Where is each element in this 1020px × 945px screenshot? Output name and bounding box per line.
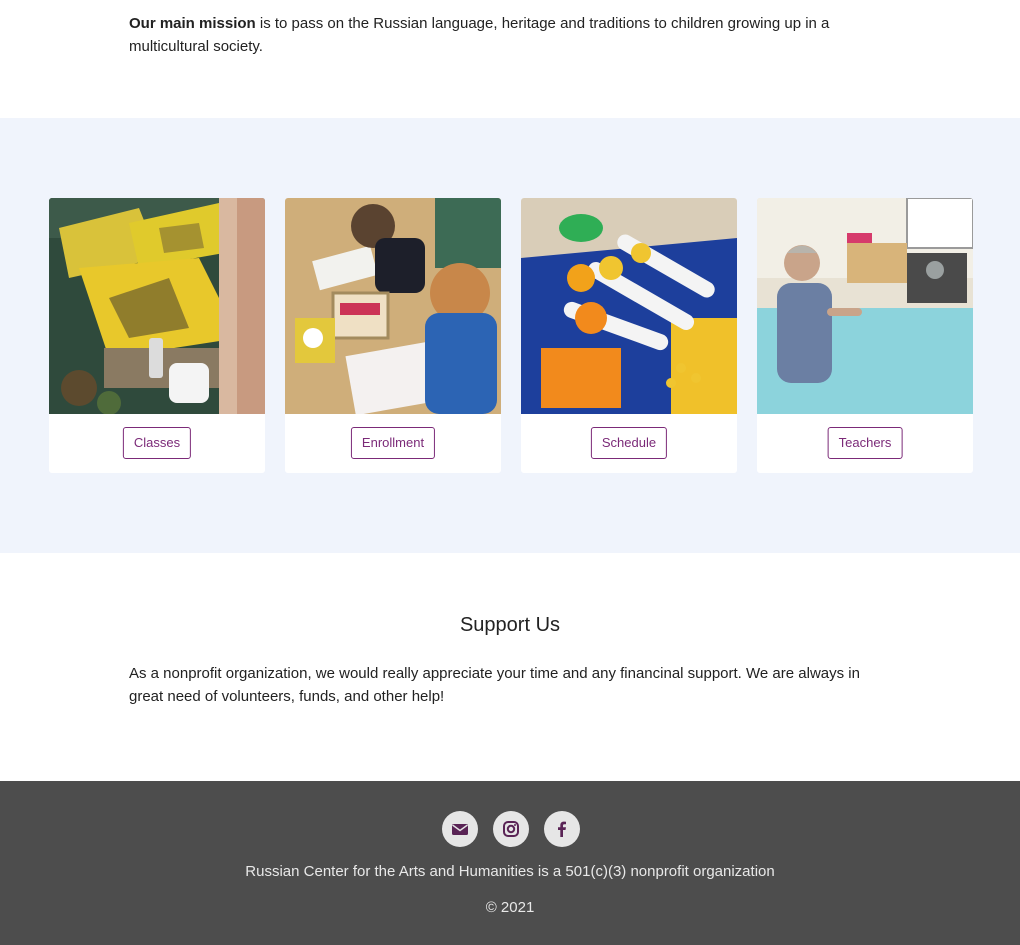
org-text: Russian Center for the Arts and Humaniti… xyxy=(245,863,775,880)
mission-text: Our main mission is to pass on the Russi… xyxy=(129,12,869,58)
instagram-link[interactable] xyxy=(493,811,529,847)
email-link[interactable] xyxy=(442,811,478,847)
enrollment-photo xyxy=(285,198,501,414)
instagram-icon xyxy=(503,821,519,837)
card-schedule: Schedule xyxy=(521,198,737,473)
mission-bold: Our main mission xyxy=(129,15,256,32)
card-classes: Classes xyxy=(49,198,265,473)
schedule-photo xyxy=(521,198,737,414)
support-title: Support Us xyxy=(459,614,561,636)
card-teachers: Teachers xyxy=(757,198,973,473)
classes-photo xyxy=(49,198,265,414)
support-text: As a nonprofit organization, we would re… xyxy=(129,665,860,705)
schedule-button[interactable]: Schedule xyxy=(590,427,668,459)
copyright: © 2021 xyxy=(485,899,535,916)
cards-section: Classes Enrollment Schedule Teachers xyxy=(0,118,1020,553)
teachers-button[interactable]: Teachers xyxy=(827,427,903,459)
teachers-photo xyxy=(757,198,973,414)
card-enrollment: Enrollment xyxy=(285,198,501,473)
enrollment-button[interactable]: Enrollment xyxy=(350,427,436,459)
classes-button[interactable]: Classes xyxy=(122,427,192,459)
footer: Russian Center for the Arts and Humaniti… xyxy=(0,781,1020,945)
facebook-link[interactable] xyxy=(544,811,580,847)
support-section: Support Us As a nonprofit organization, … xyxy=(0,553,1020,781)
mission-section: Our main mission is to pass on the Russi… xyxy=(0,0,1020,118)
facebook-icon xyxy=(558,821,566,837)
envelope-icon xyxy=(452,824,468,835)
